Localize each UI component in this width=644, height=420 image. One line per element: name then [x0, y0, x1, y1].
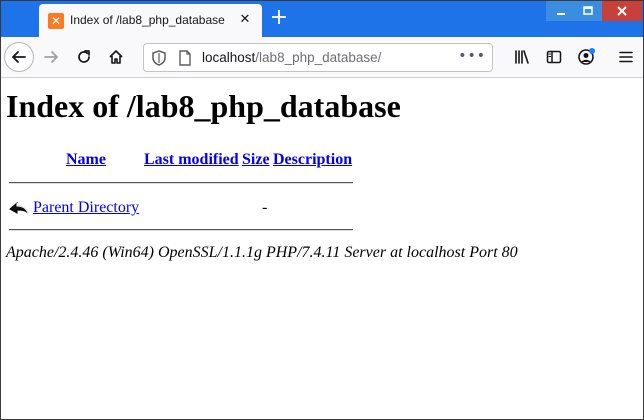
window-close-icon: [617, 6, 627, 16]
account-button[interactable]: [572, 43, 600, 71]
back-button[interactable]: [4, 42, 34, 72]
account-icon: [578, 48, 595, 65]
close-tab-icon[interactable]: ✕: [236, 11, 254, 29]
reload-button[interactable]: [70, 43, 98, 71]
column-header-last-modified[interactable]: Last modified: [144, 151, 239, 169]
sidebar-icon: [546, 50, 562, 64]
page-info-icon[interactable]: [178, 50, 192, 71]
xampp-icon: ✕: [48, 13, 64, 29]
browser-window: ✕ Index of /lab8_php_database ✕ + localh…: [0, 0, 644, 420]
url-bar[interactable]: localhost/lab8_php_database/ •••: [143, 43, 493, 72]
page-title: Index of /lab8_php_database: [6, 88, 401, 124]
browser-tab[interactable]: ✕ Index of /lab8_php_database ✕: [39, 4, 262, 37]
maximize-icon: [583, 6, 593, 15]
app-menu-button[interactable]: [612, 43, 640, 71]
column-header-name[interactable]: Name: [66, 151, 106, 169]
column-header-size[interactable]: Size: [242, 151, 270, 169]
library-button[interactable]: [509, 43, 537, 71]
minimize-button[interactable]: [546, 1, 576, 21]
forward-button[interactable]: [37, 43, 65, 71]
reload-icon: [78, 50, 90, 63]
url-host: localhost: [202, 50, 256, 65]
header-divider: [9, 182, 353, 184]
navigation-toolbar: localhost/lab8_php_database/ •••: [1, 37, 643, 78]
footer-divider: [9, 229, 353, 231]
back-arrow-icon: [8, 196, 30, 223]
window-close-button[interactable]: [602, 1, 642, 21]
tracking-shield-icon[interactable]: [152, 50, 166, 71]
back-arrow-icon: [12, 51, 26, 63]
page-actions-icon[interactable]: •••: [458, 48, 486, 64]
hamburger-menu-icon: [619, 51, 633, 63]
parent-directory-size: -: [262, 199, 268, 216]
tab-strip: ✕ Index of /lab8_php_database ✕ +: [1, 1, 643, 37]
url-path: /lab8_php_database/: [255, 50, 382, 65]
page-content: Index of /lab8_php_database Name Last mo…: [1, 79, 643, 419]
column-header-description[interactable]: Description: [273, 151, 352, 169]
tab-title: Index of /lab8_php_database: [70, 13, 225, 27]
new-tab-button[interactable]: +: [267, 7, 291, 31]
home-icon: [109, 50, 123, 64]
url-text[interactable]: localhost/lab8_php_database/: [202, 50, 381, 65]
minimize-icon: [557, 13, 565, 15]
parent-directory-link[interactable]: Parent Directory: [33, 199, 139, 217]
library-icon: [515, 50, 529, 64]
server-signature: Apache/2.4.46 (Win64) OpenSSL/1.1.1g PHP…: [6, 244, 518, 261]
sidebar-button[interactable]: [540, 43, 568, 71]
forward-arrow-icon: [44, 51, 58, 63]
maximize-button[interactable]: [573, 1, 603, 21]
home-button[interactable]: [102, 43, 130, 71]
